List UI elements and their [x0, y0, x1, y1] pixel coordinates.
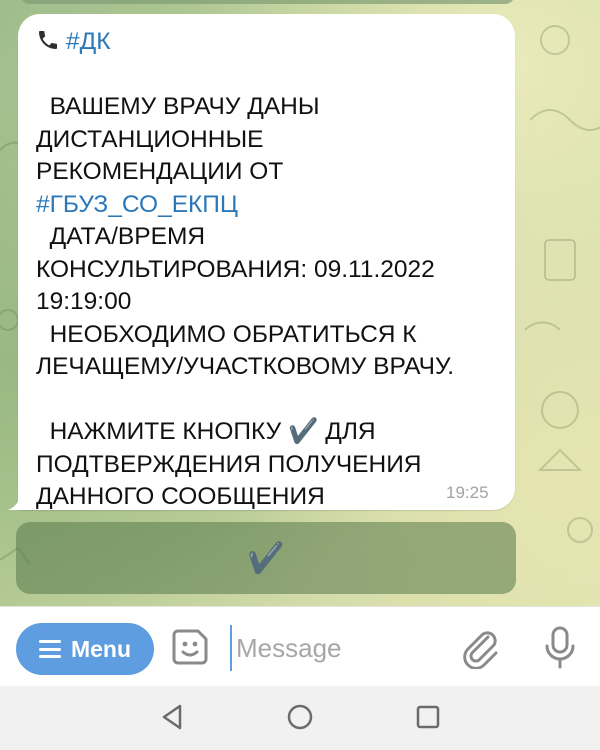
message-text: #ДК ВАШЕМУ ВРАЧУ ДАНЫ ДИСТАНЦИОННЫЕ РЕКОМЕ… [36, 26, 506, 514]
system-nav-bar [0, 686, 600, 750]
previous-message-edge [20, 0, 515, 4]
message-line-text: ЛЕЧАЩЕМУ/УЧАСТКОВОМУ ВРАЧУ. [36, 353, 455, 380]
menu-button[interactable]: Menu [16, 623, 154, 675]
menu-button-label: Menu [70, 635, 132, 662]
message-line: КОНСУЛЬТИРОВАНИЯ: 09.11.2022 [36, 254, 506, 287]
message-line [36, 59, 506, 92]
message-composer: Menu [0, 606, 600, 687]
message-line: ВАШЕМУ ВРАЧУ ДАНЫ [36, 91, 506, 124]
hashtag-link[interactable]: #ГБУЗ_СО_ЕКПЦ [36, 191, 238, 218]
message-line-text: НЕОБХОДИМО ОБРАТИТЬСЯ К [36, 320, 417, 348]
message-line: #ГБУЗ_СО_ЕКПЦ [36, 189, 506, 222]
paperclip-icon[interactable] [458, 625, 502, 669]
message-line-text [36, 61, 43, 88]
message-line: ЛЕЧАЩЕМУ/УЧАСТКОВОМУ ВРАЧУ. [36, 351, 506, 384]
message-line-text: ДАТА/ВРЕМЯ [36, 223, 206, 250]
message-line [36, 384, 506, 417]
phone-icon [36, 26, 66, 59]
message-line: ДАННОГО СООБЩЕНИЯ [36, 481, 506, 514]
chat-background: #ДК ВАШЕМУ ВРАЧУ ДАНЫ ДИСТАНЦИОННЫЕ РЕКОМЕ… [0, 0, 600, 606]
message-line: ДИСТАНЦИОННЫЕ [36, 124, 506, 157]
menu-bars-icon [38, 640, 61, 658]
message-line: ДАТА/ВРЕМЯ [36, 221, 506, 254]
message-line-text: КОНСУЛЬТИРОВАНИЯ: 09.11.2022 [36, 255, 435, 283]
back-triangle-icon[interactable] [158, 702, 188, 732]
message-line: НЕОБХОДИМО ОБРАТИТЬСЯ К [36, 319, 506, 352]
message-line: 19:19:00 [36, 286, 506, 319]
sticker-icon[interactable] [170, 627, 210, 667]
message-line: #ДК [36, 26, 506, 59]
bubble-tail [8, 496, 28, 510]
message-line-text [36, 386, 43, 413]
recents-square-icon[interactable] [413, 702, 443, 732]
message-line: НАЖМИТЕ КНОПКУ ✔️ ДЛЯ [36, 416, 506, 449]
message-line-text: РЕКОМЕНДАЦИИ ОТ [36, 158, 284, 185]
confirm-inline-button[interactable]: ✔️ [16, 522, 516, 594]
message-line: РЕКОМЕНДАЦИИ ОТ [36, 156, 506, 189]
microphone-icon[interactable] [540, 625, 580, 671]
home-circle-icon[interactable] [285, 702, 315, 732]
message-line: ПОДТВЕРЖДЕНИЯ ПОЛУЧЕНИЯ [36, 449, 506, 482]
message-time: 19:25 [446, 483, 489, 502]
message-line-text: ПОДТВЕРЖДЕНИЯ ПОЛУЧЕНИЯ [36, 450, 422, 478]
message-input[interactable] [230, 625, 446, 671]
message-line-text: ДИСТАНЦИОННЫЕ [36, 125, 264, 153]
message-line-text: ДАННОГО СООБЩЕНИЯ [36, 483, 325, 510]
message-line-text: ВАШЕМУ ВРАЧУ ДАНЫ [36, 93, 320, 120]
hashtag-link[interactable]: #ДК [66, 28, 111, 55]
message-line-text: НАЖМИТЕ КНОПКУ ✔️ ДЛЯ [36, 418, 376, 445]
message-line-text: 19:19:00 [36, 288, 132, 315]
confirm-button-label: ✔️ [247, 541, 285, 575]
